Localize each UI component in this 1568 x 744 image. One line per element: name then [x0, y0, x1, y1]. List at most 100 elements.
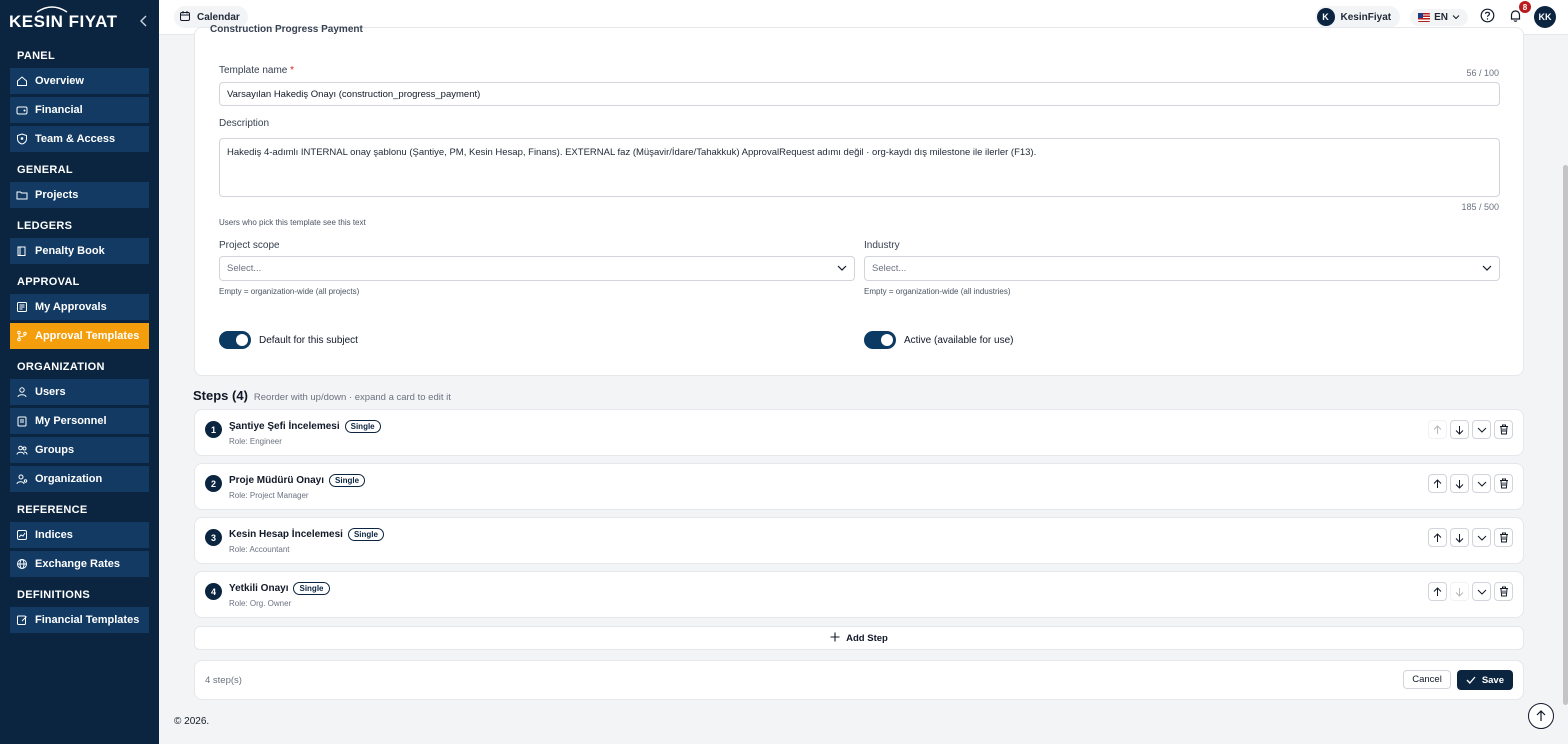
move-up-button[interactable]	[1428, 420, 1447, 439]
expand-button[interactable]	[1472, 474, 1491, 493]
sidebar-item-projects[interactable]: Projects	[10, 182, 149, 208]
move-up-button[interactable]	[1428, 528, 1447, 547]
default-toggle[interactable]	[219, 331, 251, 349]
description-textarea[interactable]: Hakediş 4-adımlı INTERNAL onay şablonu (…	[219, 138, 1500, 197]
move-down-button[interactable]	[1450, 528, 1469, 547]
add-step-button[interactable]: Add Step	[194, 626, 1524, 650]
expand-button[interactable]	[1472, 528, 1491, 547]
arrow-up-icon	[1433, 532, 1442, 542]
top-bar-actions: K KesinFiyat EN 8 KK	[1314, 1, 1568, 28]
arrow-down-icon	[1455, 533, 1464, 543]
sidebar-item-label: Penalty Book	[35, 245, 105, 257]
language-code: EN	[1434, 11, 1448, 23]
users-icon	[16, 444, 28, 456]
org-avatar: K	[1316, 8, 1335, 26]
step-number: 1	[205, 421, 222, 438]
move-up-button[interactable]	[1428, 582, 1447, 601]
notifications-button[interactable]: 8	[1506, 1, 1531, 26]
template-name-input[interactable]: Varsayılan Hakediş Onayı (construction_p…	[219, 82, 1500, 106]
template-form-card: Construction Progress Payment Template n…	[194, 24, 1524, 376]
step-title: Şantiye Şefi İncelemesi Single	[229, 420, 381, 433]
step-actions	[1428, 528, 1513, 547]
move-down-button[interactable]	[1450, 474, 1469, 493]
sidebar-item-financial[interactable]: Financial	[10, 97, 149, 123]
expand-button[interactable]	[1472, 420, 1491, 439]
book-icon	[16, 245, 28, 257]
chart-icon	[16, 529, 28, 541]
help-button[interactable]	[1478, 8, 1496, 26]
scroll-to-top-button[interactable]	[1528, 703, 1554, 729]
sidebar-item-groups[interactable]: Groups	[10, 437, 149, 463]
description-label: Description	[219, 118, 270, 129]
user-avatar[interactable]: KK	[1534, 6, 1556, 28]
step-card-3[interactable]: 3 Kesin Hesap İncelemesi Single Role: Acc…	[194, 517, 1524, 564]
sidebar-item-approval-templates[interactable]: Approval Templates	[10, 323, 149, 349]
delete-button[interactable]	[1494, 582, 1513, 601]
sidebar-item-financial-templates[interactable]: Financial Templates	[10, 607, 149, 633]
section-panel: PANEL	[17, 50, 55, 62]
language-selector[interactable]: EN	[1410, 8, 1468, 26]
user-icon	[16, 386, 28, 398]
trash-icon	[1499, 586, 1508, 597]
inbox-icon	[16, 301, 28, 313]
save-button[interactable]: Save	[1456, 670, 1513, 690]
move-down-button[interactable]	[1450, 582, 1469, 601]
collapse-sidebar-icon[interactable]	[139, 14, 149, 30]
step-title: Proje Müdürü Onayı Single	[229, 474, 366, 487]
step-card-2[interactable]: 2 Proje Müdürü Onayı Single Role: Project…	[194, 463, 1524, 510]
sidebar-item-my-personnel[interactable]: My Personnel	[10, 408, 149, 434]
wallet-icon	[16, 104, 28, 116]
active-toggle-label: Active (available for use)	[904, 334, 1014, 346]
industry-hint: Empty = organization-wide (all industrie…	[864, 287, 1011, 296]
delete-button[interactable]	[1494, 528, 1513, 547]
project-scope-hint: Empty = organization-wide (all projects)	[219, 287, 360, 296]
sidebar-item-label: My Personnel	[35, 415, 107, 427]
steps-header: Steps (4) Reorder with up/down · expand …	[193, 388, 451, 403]
sidebar-item-users[interactable]: Users	[10, 379, 149, 405]
sidebar-item-penalty-book[interactable]: Penalty Book	[10, 238, 149, 264]
org-switcher[interactable]: K KesinFiyat	[1314, 6, 1401, 28]
active-toggle-row: Active (available for use)	[864, 331, 1014, 349]
sidebar-item-label: Indices	[35, 529, 73, 541]
move-down-button[interactable]	[1450, 420, 1469, 439]
sidebar-item-label: Approval Templates	[35, 330, 140, 342]
trash-icon	[1499, 532, 1508, 543]
form-section-title: Construction Progress Payment	[210, 24, 363, 35]
section-general: GENERAL	[17, 164, 73, 176]
folder-icon	[16, 189, 28, 201]
expand-button[interactable]	[1472, 582, 1491, 601]
move-up-button[interactable]	[1428, 474, 1447, 493]
section-ledgers: LEDGERS	[17, 220, 73, 232]
home-icon	[16, 75, 28, 87]
project-scope-select[interactable]: Select...	[219, 256, 855, 281]
section-reference: REFERENCE	[17, 504, 88, 516]
sidebar-item-overview[interactable]: Overview	[10, 68, 149, 94]
page-scrollbar[interactable]	[1563, 165, 1568, 705]
org-name: KesinFiyat	[1340, 11, 1392, 23]
step-card-1[interactable]: 1 Şantiye Şefi İncelemesi Single Role: En…	[194, 409, 1524, 456]
active-toggle[interactable]	[864, 331, 896, 349]
delete-button[interactable]	[1494, 420, 1513, 439]
description-hint: Users who pick this template see this te…	[219, 218, 366, 227]
sidebar-item-my-approvals[interactable]: My Approvals	[10, 294, 149, 320]
arrow-down-icon	[1455, 425, 1464, 435]
sidebar-item-exchange-rates[interactable]: Exchange Rates	[10, 551, 149, 577]
trash-icon	[1499, 424, 1508, 435]
cancel-button[interactable]: Cancel	[1403, 670, 1451, 689]
help-icon	[1480, 8, 1495, 26]
step-title: Kesin Hesap İncelemesi Single	[229, 528, 384, 541]
step-card-4[interactable]: 4 Yetkili Onayı Single Role: Org. Owner	[194, 571, 1524, 618]
delete-button[interactable]	[1494, 474, 1513, 493]
globe-icon	[16, 558, 28, 570]
sidebar-item-organization[interactable]: Organization	[10, 466, 149, 492]
brand-logo[interactable]: KESIN FIYAT	[9, 6, 118, 32]
sidebar-item-label: Organization	[35, 473, 103, 485]
industry-select[interactable]: Select...	[864, 256, 1500, 281]
sidebar-item-indices[interactable]: Indices	[10, 522, 149, 548]
arrow-down-icon	[1455, 587, 1464, 597]
logo-text: KESIN FIYAT	[9, 12, 118, 31]
save-label: Save	[1481, 674, 1504, 686]
step-count: 4 step(s)	[205, 674, 242, 686]
sidebar-item-team-access[interactable]: Team & Access	[10, 126, 149, 152]
sidebar-nav: PANEL Overview Financial Team & Access G…	[0, 44, 159, 633]
